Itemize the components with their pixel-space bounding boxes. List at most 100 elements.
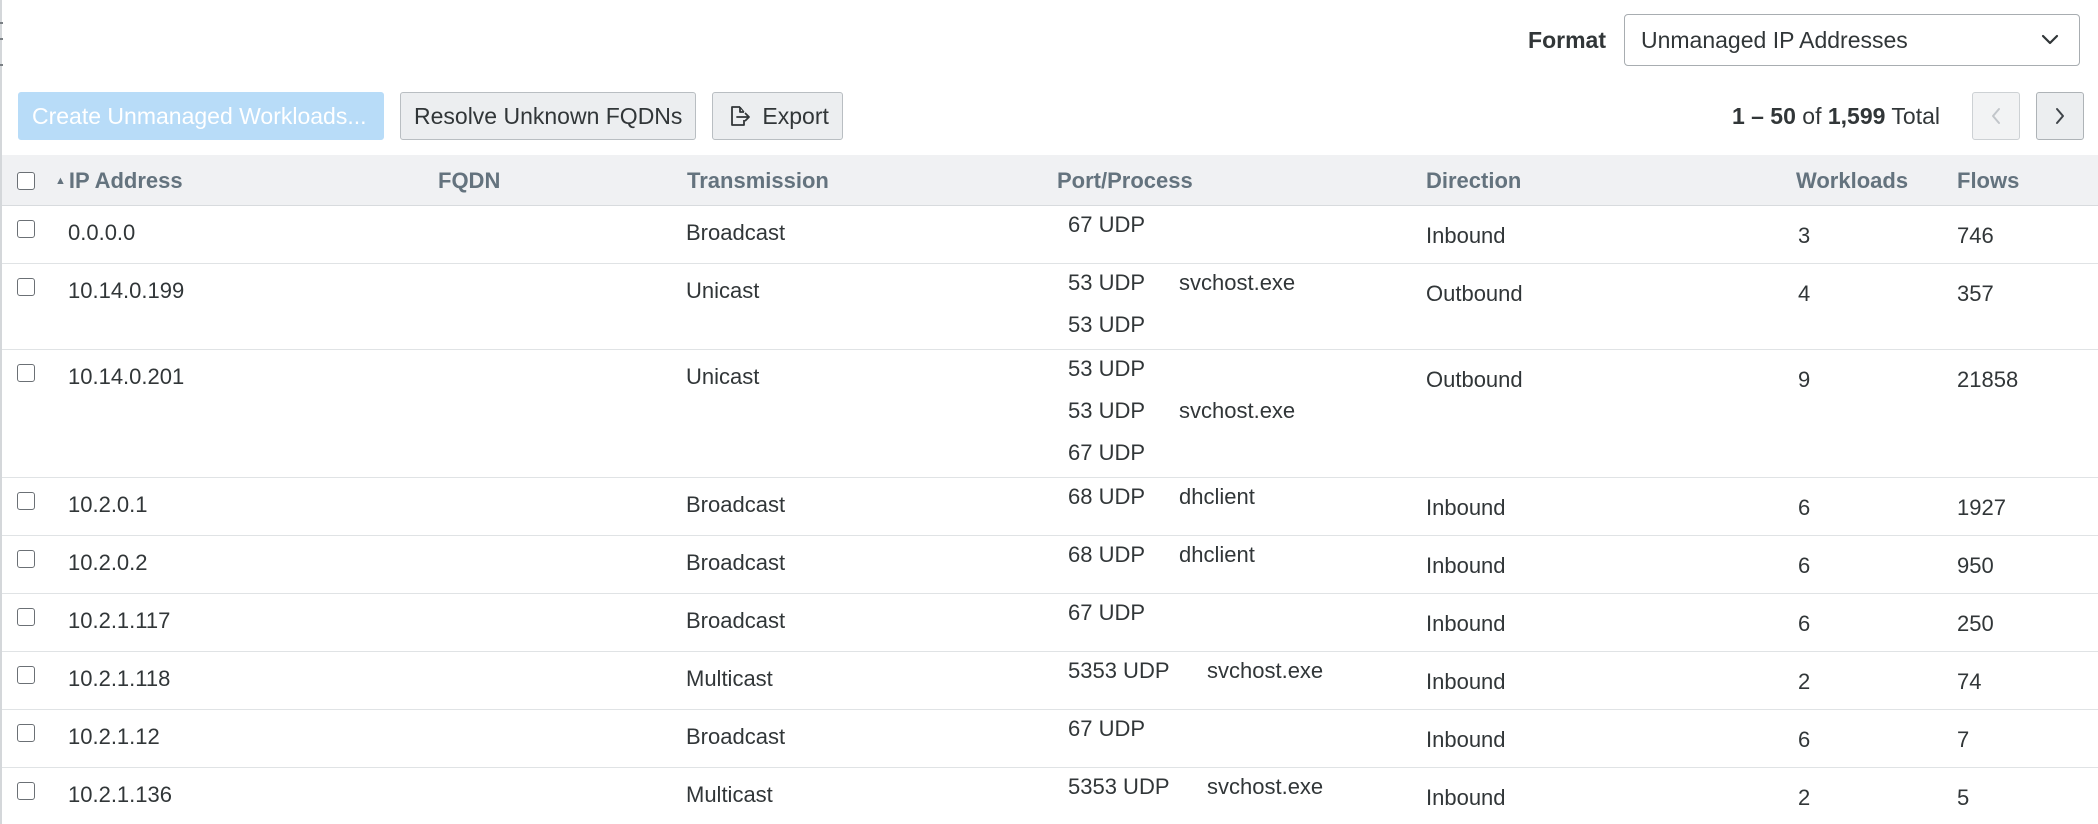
row-checkbox-cell xyxy=(17,666,35,684)
select-all-cell xyxy=(17,155,35,206)
format-selected-value: Unmanaged IP Addresses xyxy=(1641,26,1908,53)
column-header-port-process[interactable]: Port/Process xyxy=(1057,155,1193,206)
export-icon xyxy=(726,103,752,129)
transmission-cell: Multicast xyxy=(686,666,773,691)
port-value: 68 UDP xyxy=(1068,484,1146,509)
column-header-workloads[interactable]: Workloads xyxy=(1796,155,1908,206)
port-value: 67 UDP xyxy=(1068,440,1146,465)
table-row[interactable]: 0.0.0.0 Broadcast Inbound 3 746 67 UDP xyxy=(2,206,2098,264)
table-row[interactable]: 10.2.0.1 Broadcast Inbound 6 1927 68 UDP dhcli… xyxy=(2,478,2098,536)
flows-cell: 746 xyxy=(1957,223,1994,248)
flows-cell: 5 xyxy=(1957,785,1970,810)
row-checkbox[interactable] xyxy=(17,278,35,296)
workloads-cell: 2 xyxy=(1798,785,1811,810)
workloads-cell: 4 xyxy=(1798,281,1811,306)
row-checkbox-cell xyxy=(17,364,35,382)
workloads-cell: 9 xyxy=(1798,367,1811,392)
select-all-checkbox[interactable] xyxy=(17,171,35,190)
transmission-cell: Multicast xyxy=(686,782,773,807)
port-value: 67 UDP xyxy=(1068,600,1146,625)
direction-cell: Inbound xyxy=(1426,785,1506,810)
table-row[interactable]: 10.14.0.199 Unicast Outbound 4 357 53 UDP svch… xyxy=(2,264,2098,350)
row-checkbox[interactable] xyxy=(17,608,35,626)
transmission-cell: Unicast xyxy=(686,278,760,303)
port-process-line: 53 UDP svchost.exe xyxy=(1068,390,1295,432)
ip-address-cell: 10.2.1.136 xyxy=(68,782,172,807)
pagination-summary: 1 – 50 of 1,599 Total xyxy=(1732,103,1940,130)
table-row[interactable]: 10.14.0.201 Unicast Outbound 9 21858 53 UDP 53… xyxy=(2,350,2098,478)
transmission-cell: Broadcast xyxy=(686,220,786,245)
port-process-line: 67 UDP xyxy=(1068,592,1145,634)
column-header-fqdn[interactable]: FQDN xyxy=(438,155,500,206)
process-value: dhclient xyxy=(1179,542,1255,567)
next-page-button[interactable] xyxy=(2036,92,2084,140)
workloads-cell: 6 xyxy=(1798,495,1811,520)
create-unmanaged-workloads-button[interactable]: Create Unmanaged Workloads... xyxy=(18,92,384,140)
port-process-line: 67 UDP xyxy=(1068,204,1145,246)
column-header-ip-address[interactable]: ▲ IP Address xyxy=(55,155,183,206)
port-process-line: 5353 UDP svchost.exe xyxy=(1068,766,1323,808)
row-checkbox[interactable] xyxy=(17,492,35,510)
direction-cell: Inbound xyxy=(1426,727,1506,752)
ip-address-cell: 10.2.1.118 xyxy=(68,666,171,691)
column-header-transmission[interactable]: Transmission xyxy=(687,155,829,206)
row-checkbox[interactable] xyxy=(17,550,35,568)
process-value: svchost.exe xyxy=(1179,270,1296,295)
edge-mark xyxy=(0,64,3,66)
row-checkbox[interactable] xyxy=(17,666,35,684)
row-checkbox[interactable] xyxy=(17,724,35,742)
edge-mark xyxy=(0,22,3,24)
ip-address-cell: 10.14.0.199 xyxy=(68,278,185,303)
row-checkbox-cell xyxy=(17,550,35,568)
port-value: 68 UDP xyxy=(1068,542,1146,567)
workloads-cell: 2 xyxy=(1798,669,1811,694)
port-process-line: 67 UDP xyxy=(1068,708,1145,750)
row-checkbox[interactable] xyxy=(17,364,35,382)
ip-address-cell: 10.2.0.2 xyxy=(68,550,148,575)
column-header-flows[interactable]: Flows xyxy=(1957,155,2019,206)
direction-cell: Inbound xyxy=(1426,495,1506,520)
direction-cell: Inbound xyxy=(1426,223,1506,248)
port-process-line: 53 UDP xyxy=(1068,348,1145,390)
table-row[interactable]: 10.2.1.12 Broadcast Inbound 6 7 67 UDP xyxy=(2,710,2098,768)
previous-page-button[interactable] xyxy=(1972,92,2020,140)
column-header-direction[interactable]: Direction xyxy=(1426,155,1521,206)
table-row[interactable]: 10.2.1.136 Multicast Inbound 2 5 5353 UDP svch… xyxy=(2,768,2098,824)
export-button[interactable]: Export xyxy=(712,92,843,140)
workloads-cell: 3 xyxy=(1798,223,1811,248)
table-body: 0.0.0.0 Broadcast Inbound 3 746 67 UDP 10.14.0… xyxy=(2,206,2098,824)
table-row[interactable]: 10.2.1.118 Multicast Inbound 2 74 5353 UDP svc… xyxy=(2,652,2098,710)
port-process-line: 53 UDP xyxy=(1068,304,1145,346)
format-dropdown[interactable]: Unmanaged IP Addresses xyxy=(1624,14,2080,66)
direction-cell: Inbound xyxy=(1426,611,1506,636)
row-checkbox-cell xyxy=(17,220,35,238)
flows-cell: 1927 xyxy=(1957,495,2006,520)
pagination-total-label: Total xyxy=(1891,102,1940,129)
row-checkbox[interactable] xyxy=(17,220,35,238)
port-value: 53 UDP xyxy=(1068,312,1146,337)
port-process-line: 67 UDP xyxy=(1068,432,1145,474)
workloads-cell: 6 xyxy=(1798,611,1811,636)
flows-cell: 7 xyxy=(1957,727,1970,752)
resolve-unknown-fqdns-button[interactable]: Resolve Unknown FQDNs xyxy=(400,92,697,140)
row-checkbox-cell xyxy=(17,608,35,626)
workloads-cell: 6 xyxy=(1798,553,1811,578)
flows-cell: 21858 xyxy=(1957,367,2019,392)
row-checkbox[interactable] xyxy=(17,782,35,800)
process-value: svchost.exe xyxy=(1179,398,1296,423)
flows-cell: 74 xyxy=(1957,669,1982,694)
direction-cell: Outbound xyxy=(1426,281,1523,306)
row-checkbox-cell xyxy=(17,278,35,296)
flows-cell: 250 xyxy=(1957,611,1994,636)
row-checkbox-cell xyxy=(17,724,35,742)
port-value: 53 UDP xyxy=(1068,270,1146,295)
column-header-ip-label: IP Address xyxy=(68,167,183,193)
port-value: 67 UDP xyxy=(1068,212,1146,237)
pagination: 1 – 50 of 1,599 Total xyxy=(1732,92,2084,140)
toolbar: Create Unmanaged Workloads... Resolve Un… xyxy=(18,92,843,140)
ip-address-cell: 10.2.0.1 xyxy=(68,492,148,517)
chevron-down-icon xyxy=(2039,29,2061,51)
table-row[interactable]: 10.2.1.117 Broadcast Inbound 6 250 67 UDP xyxy=(2,594,2098,652)
table-row[interactable]: 10.2.0.2 Broadcast Inbound 6 950 68 UDP dhclie… xyxy=(2,536,2098,594)
ip-address-cell: 10.14.0.201 xyxy=(68,364,185,389)
